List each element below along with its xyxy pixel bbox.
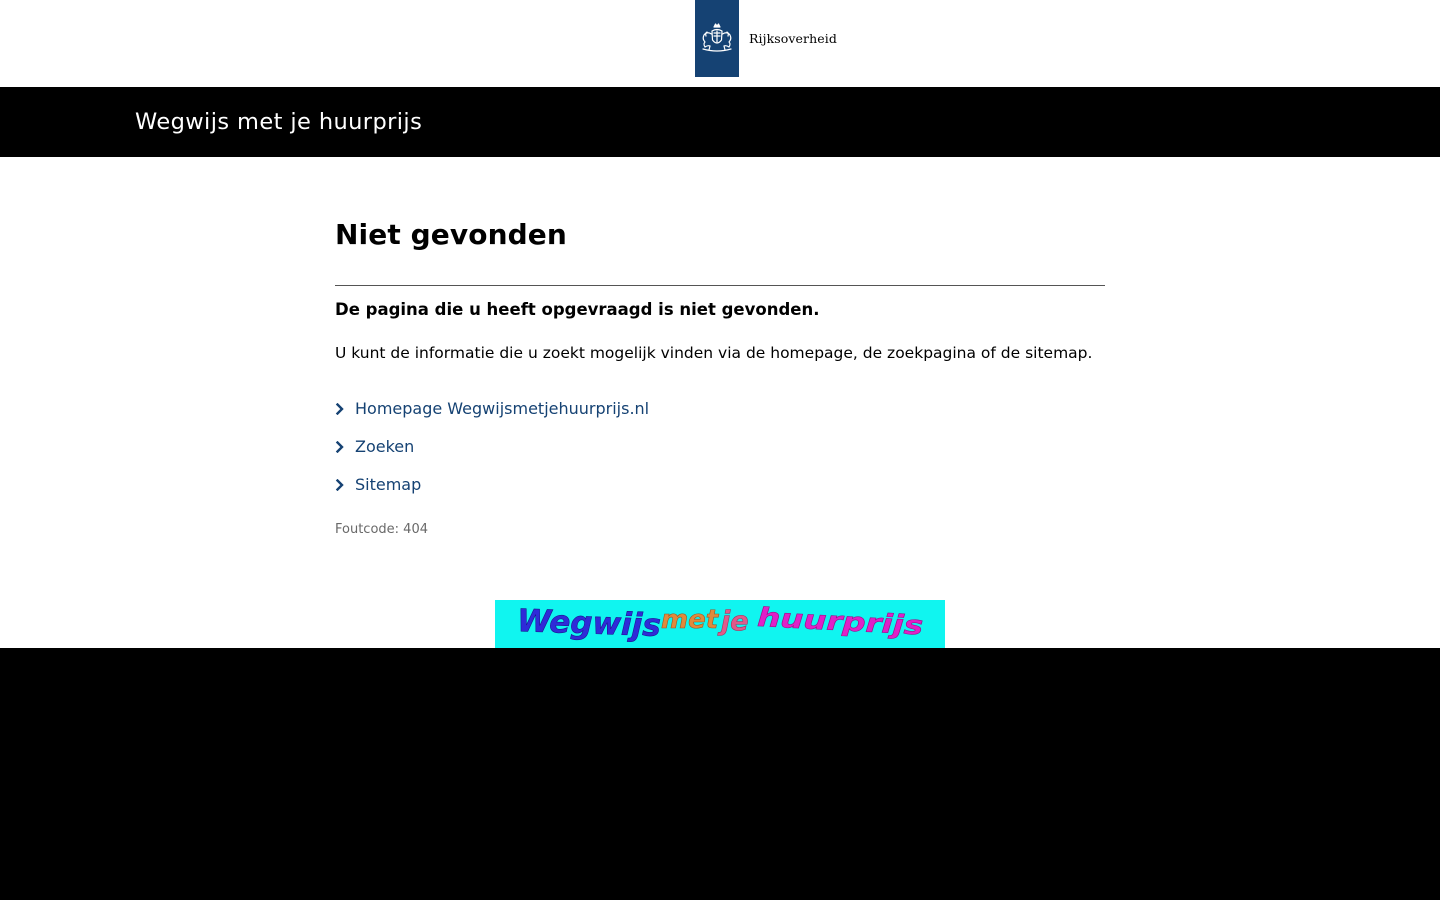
- chevron-right-icon: [335, 397, 355, 421]
- site-title[interactable]: Wegwijs met je huurprijs: [135, 109, 422, 135]
- wegwijs-wordmark: Wegwijs met je huurprijs: [516, 603, 924, 645]
- rijksoverheid-logo[interactable]: Rijksoverheid: [695, 0, 837, 77]
- list-item: Homepage Wegwijsmetjehuurprijs.nl: [335, 390, 1105, 428]
- divider: [335, 285, 1105, 286]
- sitemap-link[interactable]: Sitemap: [355, 473, 421, 497]
- top-header: Rijksoverheid: [0, 0, 1440, 87]
- chevron-right-icon: [335, 435, 355, 459]
- error-code: Foutcode: 404: [335, 522, 428, 537]
- page-title: Niet gevonden: [335, 218, 567, 251]
- link-list: Homepage Wegwijsmetjehuurprijs.nl Zoeken…: [335, 390, 1105, 504]
- wordmark-word-3: je: [717, 606, 749, 637]
- search-link[interactable]: Zoeken: [355, 435, 414, 459]
- footer: [0, 648, 1440, 900]
- coat-of-arms-icon: [702, 22, 732, 52]
- logo-bar: [695, 0, 739, 77]
- content-column: Niet gevonden De pagina die u heeft opge…: [335, 217, 1105, 537]
- list-item: Sitemap: [335, 466, 1105, 504]
- lead-text: De pagina die u heeft opgevraagd is niet…: [335, 300, 820, 319]
- wegwijs-banner: Wegwijs met je huurprijs: [495, 600, 945, 648]
- wordmark-word-2: met: [661, 605, 720, 635]
- main-content: Niet gevonden De pagina die u heeft opge…: [0, 157, 1440, 648]
- site-title-bar: Wegwijs met je huurprijs: [0, 87, 1440, 157]
- wordmark-word-1: Wegwijs: [516, 603, 661, 644]
- wordmark-word-4: huurprijs: [756, 603, 923, 642]
- logo-text: Rijksoverheid: [749, 31, 837, 46]
- homepage-link[interactable]: Homepage Wegwijsmetjehuurprijs.nl: [355, 397, 649, 421]
- chevron-right-icon: [335, 473, 355, 497]
- body-text: U kunt de informatie die u zoekt mogelij…: [335, 344, 1093, 362]
- list-item: Zoeken: [335, 428, 1105, 466]
